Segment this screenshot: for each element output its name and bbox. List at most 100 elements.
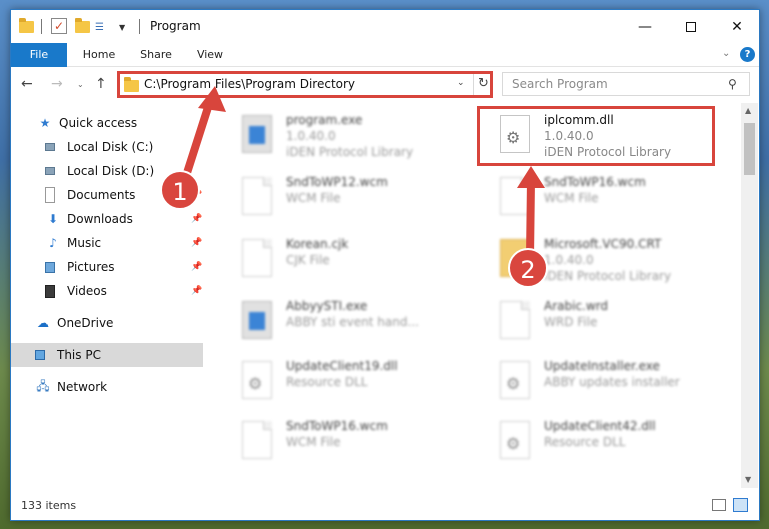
file-type: CJK File — [286, 253, 330, 267]
file-description: ABBY sti event hand... — [286, 315, 419, 329]
file-icon — [242, 421, 272, 459]
file-name: UpdateClient19.dll — [286, 359, 398, 373]
separator — [41, 19, 42, 34]
drive-icon — [45, 167, 55, 175]
sidebar-item-quick-access[interactable]: ★ Quick access — [11, 111, 203, 135]
file-icon — [242, 239, 272, 277]
file-item[interactable]: Korean.cjk CJK File — [219, 231, 469, 289]
file-name: AbbyySTI.exe — [286, 299, 368, 313]
sidebar-item-downloads[interactable]: ⬇ Downloads 📌 — [11, 207, 203, 231]
tab-file[interactable]: File — [11, 43, 67, 67]
file-highlight-box — [477, 106, 715, 166]
tiles-view-icon[interactable] — [733, 498, 748, 512]
file-item[interactable]: UpdateInstaller.exe ABBY updates install… — [477, 353, 727, 411]
minimize-button[interactable]: — — [622, 10, 668, 43]
videos-icon — [45, 284, 55, 298]
close-button[interactable]: ✕ — [714, 10, 759, 43]
tab-view[interactable]: View — [188, 43, 232, 67]
download-icon: ⬇ — [47, 212, 59, 226]
computer-icon — [35, 350, 45, 360]
details-view-icon[interactable] — [712, 499, 726, 511]
properties-check-icon[interactable]: ✓ — [51, 18, 67, 34]
up-button[interactable]: ↑ — [95, 76, 107, 92]
separator — [139, 19, 140, 34]
sidebar-item-videos[interactable]: Videos 📌 — [11, 279, 203, 303]
file-name: Korean.cjk — [286, 237, 349, 251]
file-type: Resource DLL — [544, 435, 626, 449]
help-icon[interactable]: ? — [740, 47, 755, 62]
file-item[interactable]: SndToWP12.wcm WCM File — [219, 169, 469, 227]
vertical-scrollbar[interactable]: ▲ ▼ — [741, 103, 758, 488]
search-input[interactable]: Search Program ⚲ — [502, 72, 750, 96]
file-description: ABBY updates installer — [544, 375, 680, 389]
new-folder-icon[interactable] — [75, 18, 90, 36]
file-item[interactable]: Arabic.wrd WRD File — [477, 293, 727, 351]
navigation-pane: ★ Quick access Local Disk (C:) Local Dis… — [11, 103, 211, 488]
file-description: iDEN Protocol Library — [544, 269, 672, 283]
file-icon — [242, 177, 272, 215]
file-name: SndToWP16.wcm — [544, 175, 646, 189]
file-item[interactable]: program.exe 1.0.40.0 iDEN Protocol Libra… — [219, 107, 469, 165]
customize-icon[interactable]: ☰ — [95, 18, 117, 36]
file-list: program.exe 1.0.40.0 iDEN Protocol Libra… — [211, 103, 741, 488]
maximize-button[interactable] — [668, 10, 714, 43]
scroll-thumb[interactable] — [744, 123, 755, 175]
sidebar-item-music[interactable]: ♪ Music 📌 — [11, 231, 203, 255]
search-icon[interactable]: ⚲ — [728, 77, 737, 91]
file-name: Arabic.wrd — [544, 299, 609, 313]
file-item[interactable]: SndToWP16.wcm WCM File — [219, 413, 469, 471]
folder-icon[interactable] — [19, 18, 35, 36]
file-name: program.exe — [286, 113, 363, 127]
file-name: SndToWP12.wcm — [286, 175, 388, 189]
documents-icon — [45, 187, 55, 203]
sidebar-item-this-pc[interactable]: This PC — [11, 343, 203, 367]
sidebar-item-pictures[interactable]: Pictures 📌 — [11, 255, 203, 279]
ribbon-tabs: File Home Share View ⌄ ? — [11, 43, 759, 67]
maximize-icon — [686, 21, 696, 32]
cloud-icon: ☁ — [37, 316, 49, 330]
callout-marker-2: 2 — [508, 248, 548, 288]
file-type: WRD File — [544, 315, 598, 329]
dll-icon — [500, 361, 530, 399]
pin-icon[interactable]: 📌 — [191, 262, 202, 272]
file-item[interactable]: AbbyySTI.exe ABBY sti event hand... — [219, 293, 469, 351]
address-highlight-box — [117, 71, 493, 98]
file-item[interactable]: SndToWP16.wcm WCM File — [477, 169, 727, 227]
tab-share[interactable]: Share — [131, 43, 181, 67]
sidebar-item-label: Local Disk (C:) — [67, 140, 154, 154]
file-item[interactable]: UpdateClient19.dll Resource DLL — [219, 353, 469, 411]
recent-locations-icon[interactable]: ⌄ — [77, 80, 84, 89]
explorer-window: ✓ ☰ ▼ Program — ✕ File Home Share View ⌄… — [10, 9, 760, 521]
item-count: 133 items — [21, 499, 77, 512]
quick-access-dropdown-icon[interactable]: ▼ — [119, 18, 125, 36]
pin-icon[interactable]: 📌 — [191, 286, 202, 296]
file-type: Resource DLL — [286, 375, 368, 389]
dll-icon — [242, 361, 272, 399]
scroll-down-icon[interactable]: ▼ — [745, 475, 751, 484]
pin-icon[interactable]: 📌 — [191, 238, 202, 248]
file-item[interactable]: UpdateClient42.dll Resource DLL — [477, 413, 727, 471]
sidebar-item-label: OneDrive — [57, 316, 114, 330]
sidebar-item-onedrive[interactable]: ☁ OneDrive — [11, 311, 203, 335]
file-name: UpdateInstaller.exe — [544, 359, 660, 373]
file-version: 1.0.40.0 — [286, 129, 336, 143]
pin-icon[interactable]: 📌 — [191, 214, 202, 224]
music-icon: ♪ — [49, 236, 57, 250]
sidebar-item-label: Quick access — [59, 116, 138, 130]
sidebar-item-network[interactable]: 🖧 Network — [11, 375, 203, 399]
tab-home[interactable]: Home — [74, 43, 124, 67]
file-type: WCM File — [286, 435, 341, 449]
back-button[interactable]: ← — [21, 76, 33, 92]
file-icon — [500, 301, 530, 339]
dll-icon — [500, 421, 530, 459]
exe-icon — [242, 301, 272, 339]
scroll-up-icon[interactable]: ▲ — [745, 106, 751, 115]
sidebar-item-label: Local Disk (D:) — [67, 164, 155, 178]
forward-button[interactable]: → — [51, 76, 63, 92]
exe-icon — [242, 115, 272, 153]
sidebar-item-local-disk-c[interactable]: Local Disk (C:) — [11, 135, 203, 159]
file-name: SndToWP16.wcm — [286, 419, 388, 433]
sidebar-item-label: Network — [57, 380, 108, 394]
expand-ribbon-icon[interactable]: ⌄ — [722, 48, 730, 59]
sidebar-item-label: Documents — [67, 188, 136, 202]
